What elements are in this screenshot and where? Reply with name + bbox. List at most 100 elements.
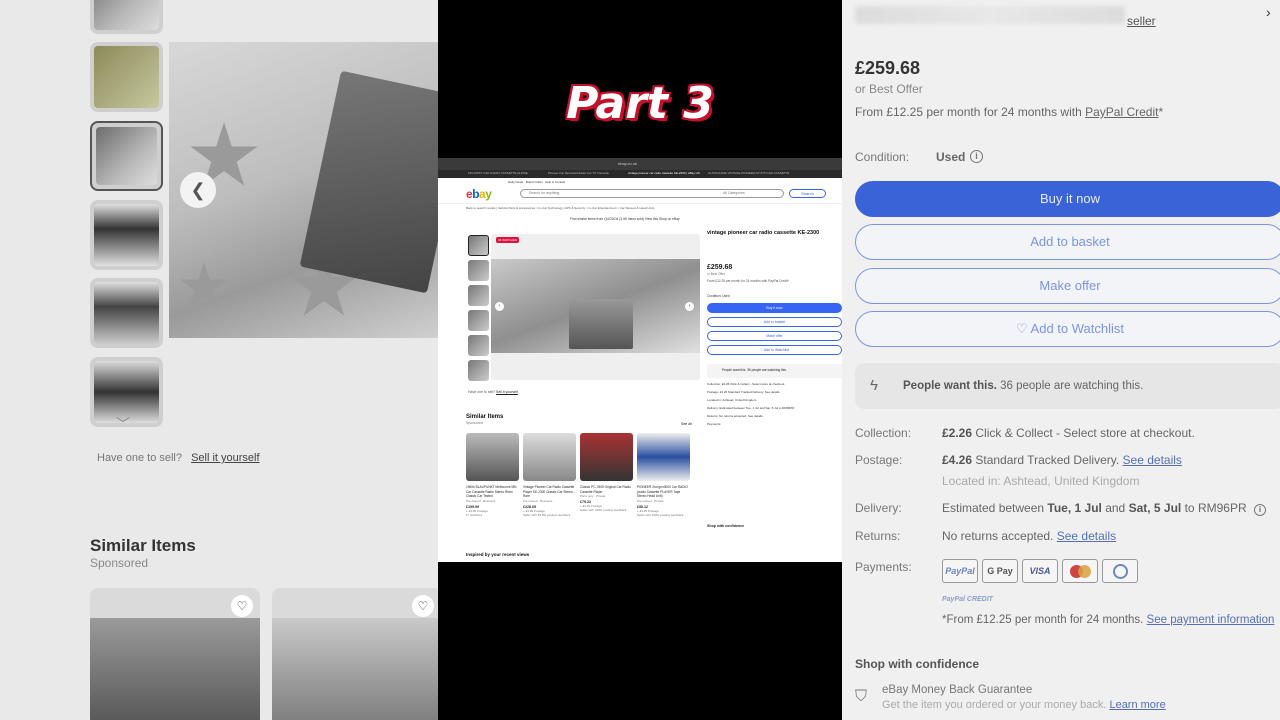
buy-it-now-button[interactable]: Buy it now (707, 303, 842, 313)
chevron-down-icon[interactable]: ﹀ (116, 414, 130, 434)
delivery-post: to RM96PR (1181, 501, 1247, 515)
sell-prompt: Have one to sell? Sell it yourself (468, 390, 518, 394)
add-to-basket-button[interactable]: Add to basket (855, 224, 1280, 260)
add-to-watchlist-button[interactable]: ♡ Add to Watchlist (855, 311, 1280, 347)
blurred-seller-info (855, 6, 1125, 24)
left-blurred-pane: ❮ ﹀ Have one to sell? Sell it yourself S… (0, 0, 438, 720)
postage-value: £4.26 Standard Tracked Delivery. See det… (942, 453, 1182, 467)
delivery-mid: and (1101, 501, 1129, 515)
sell-it-yourself-link[interactable]: Sell it yourself (191, 452, 259, 464)
thumbnail[interactable] (468, 335, 489, 356)
right-details-pane: seller › £259.68 or Best Offer From £12.… (842, 0, 1280, 720)
collection-value: £2.26 Click & Collect - Select store at … (942, 426, 1195, 440)
returns-label: Returns: (855, 529, 901, 543)
product-photo (491, 259, 700, 353)
info-icon[interactable]: i (1253, 504, 1266, 516)
nav-help[interactable]: Help & Contact (545, 180, 565, 184)
similar-item-card[interactable]: 1960s BLAUPUNKT Melbourne MN Car Cassett… (466, 433, 519, 517)
prev-image-button[interactable]: ❮ (180, 172, 216, 208)
similar-items-title: Similar Items (466, 414, 504, 420)
card-condition: Pre-owned · Business (523, 498, 553, 503)
next-image-button[interactable]: › (685, 302, 694, 311)
collection-label: Collection: (855, 426, 912, 440)
ebay-logo[interactable]: ebay (466, 187, 492, 201)
make-offer-button[interactable]: Make offer (707, 331, 842, 341)
learn-more-link[interactable]: Learn more (1109, 699, 1165, 711)
video-frame: Part 3 ebay.co.uk FIN FIRST CAR RADIO CA… (438, 0, 842, 720)
main-image: 36 WATCHED ‹ › (491, 234, 700, 380)
similar-item-card[interactable]: Classic PC-7805 Original Car Radio Casse… (580, 433, 633, 512)
prev-image-button[interactable]: ‹ (495, 302, 504, 311)
search-input[interactable]: Search for anything All Categories (520, 189, 784, 198)
nav-daily-deals[interactable]: Daily Deals (508, 180, 523, 184)
thumbnail[interactable] (90, 42, 163, 112)
info-icon[interactable]: i (970, 150, 983, 163)
thumbnail[interactable] (90, 200, 163, 270)
item-location: Located in: Ashtead, United Kingdom (942, 474, 1140, 488)
chevron-right-icon[interactable]: › (1266, 4, 1271, 20)
search-button[interactable]: Search (789, 189, 826, 198)
browser-tab[interactable]: FIN FIRST CAR RADIO CASSETTE ALPINE (468, 171, 528, 175)
add-to-basket-button[interactable]: Add to basket (707, 317, 842, 327)
card-title[interactable]: PIONEER 2nd gen3000 Car RADIO (audio Cas… (637, 485, 690, 499)
shop-with-confidence: Shop with confidence (707, 524, 745, 528)
store-bar[interactable]: Find similar items from QUODO4 (3.9K ite… (570, 217, 680, 221)
best-offer: or Best Offer (855, 82, 923, 96)
browser-url: ebay.co.uk (618, 161, 638, 166)
heart-icon[interactable]: ♡ (231, 595, 253, 617)
card-condition: Parts only · Private (580, 494, 606, 498)
thumbnail[interactable] (468, 310, 489, 331)
card-extra: Seller with 100% positive feedback (637, 512, 684, 517)
pp-foot-text: *From £12.25 per month for 24 months. (942, 614, 1147, 626)
credit-text: From £12.25 per month for 24 months with… (707, 279, 789, 283)
seller-link[interactable]: seller (1127, 14, 1156, 28)
postage-see-details-link[interactable]: See details (1123, 453, 1182, 467)
sponsored-label: Sponsored (466, 421, 483, 425)
item-price: £259.68 (707, 264, 733, 271)
add-to-watchlist-button[interactable]: ♡ Add to Watchlist (707, 345, 842, 355)
payment-information-link[interactable]: See payment information (1147, 614, 1275, 626)
make-offer-button[interactable]: Make offer (855, 268, 1280, 304)
chevron-left-icon: ❮ (190, 179, 206, 200)
collection-price: £2.26 (942, 426, 973, 440)
heart-icon[interactable]: ♡ (412, 595, 434, 617)
similar-item-card[interactable]: Vintage Pioneer Car Radio Cassette Playe… (523, 433, 576, 517)
thumbnail[interactable] (90, 278, 163, 348)
postage-price: £4.26 (942, 453, 973, 467)
returns-see-details-link[interactable]: See details (1057, 529, 1116, 543)
thumbnail-selected[interactable] (90, 121, 163, 191)
postage-text: Standard Tracked Delivery. (972, 453, 1123, 467)
see-all-link[interactable]: See all (681, 422, 692, 426)
similar-item-card[interactable]: ♡ (272, 588, 438, 720)
nav-brand-outlet[interactable]: Brand Outlet (526, 180, 543, 184)
similar-item-card[interactable]: ♡ (90, 588, 260, 720)
card-title[interactable]: 1960s BLAUPUNKT Melbourne MN Car Cassett… (466, 485, 519, 499)
payments-label: Payments: (855, 560, 912, 574)
similar-item-card[interactable]: PIONEER 2nd gen3000 Car RADIO (audio Cas… (637, 433, 690, 517)
ebay-header: Daily Deals Brand Outlet Help & Contact … (438, 178, 842, 204)
sell-it-yourself-link[interactable]: Sell it yourself (496, 390, 518, 394)
mbg-text: Get the item you ordered or your money b… (882, 699, 1110, 711)
buy-it-now-button[interactable]: Buy it now (855, 181, 1280, 217)
breadcrumb[interactable]: Back to search results | Vehicle Parts &… (466, 206, 654, 210)
returns-row: Returns: No returns accepted. See detail… (707, 414, 763, 418)
paypal-credit-link[interactable]: PayPal Credit (1085, 105, 1158, 119)
card-condition: Pre-owned · Business (466, 498, 496, 503)
card-extra: 17 watchers (466, 512, 483, 517)
condition-label: Condition: (855, 150, 910, 164)
browser-tab-active[interactable]: vintage pioneer car radio cassette KE-23… (628, 171, 700, 175)
browser-tab[interactable]: ULTRA RARE VINTAGE PIONEER KP-575 CAR CA… (708, 171, 789, 175)
thumbnail-selected[interactable] (468, 235, 489, 256)
category-select[interactable]: All Categories (723, 190, 745, 197)
similar-items-title: Similar Items (90, 536, 196, 555)
thumbnail[interactable] (90, 0, 163, 34)
mastercard-icon (1062, 559, 1098, 583)
thumbnail[interactable] (468, 360, 489, 381)
card-title[interactable]: Classic PC-7805 Original Car Radio Casse… (580, 485, 633, 494)
item-details-panel: vintage pioneer car radio cassette KE-23… (707, 228, 842, 558)
card-title[interactable]: Vintage Pioneer Car Radio Cassette Playe… (523, 485, 576, 499)
thumbnail[interactable] (468, 260, 489, 281)
thumbnail[interactable] (468, 285, 489, 306)
people-want-text: People want this. 36 people are watching… (903, 380, 1143, 392)
browser-tab[interactable]: Pioneer Car Receiver/Holder For '57 Cass… (548, 171, 609, 175)
